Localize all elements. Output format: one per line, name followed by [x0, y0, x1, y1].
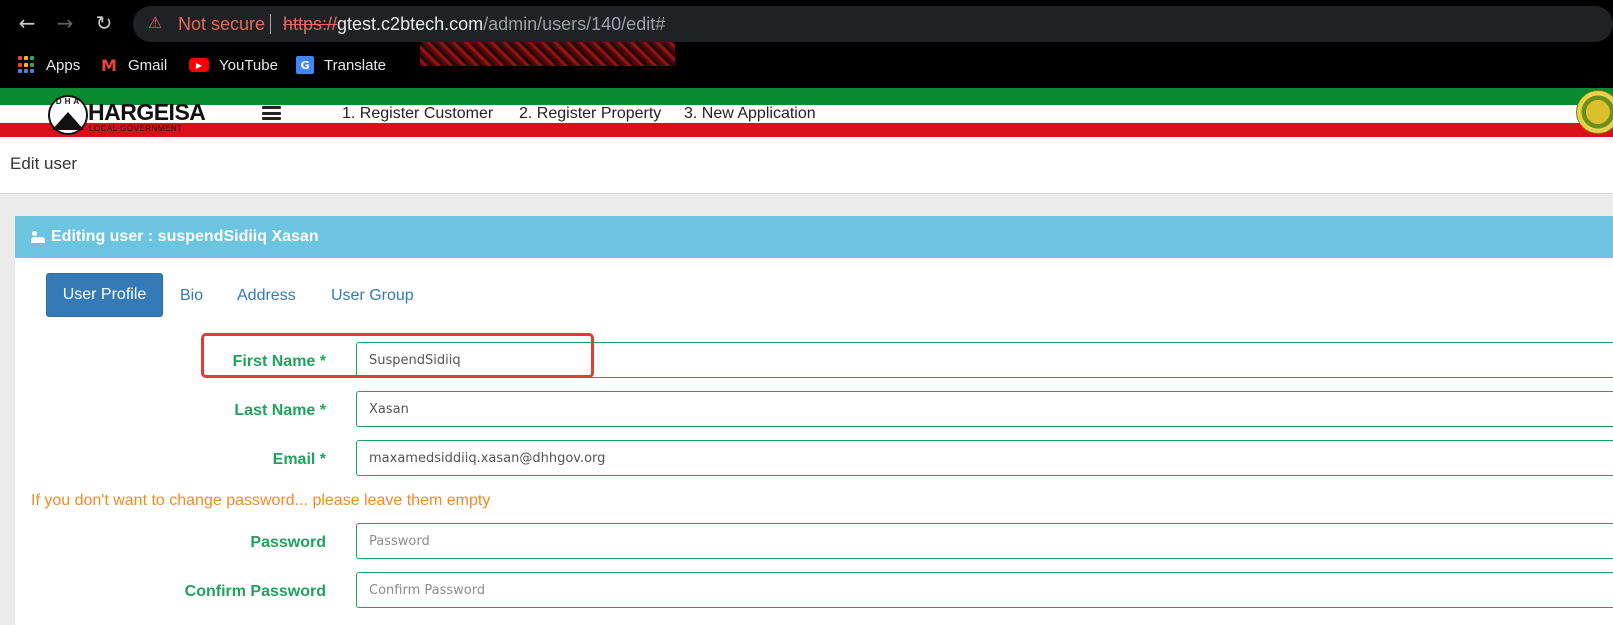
url-host: gtest.c2btech.com	[337, 14, 484, 34]
email-label: Email *	[272, 451, 326, 468]
translate-icon: G	[296, 56, 314, 74]
bookmark-youtube[interactable]: ▶ YouTube	[189, 53, 278, 77]
logo-text[interactable]: HARGEISA	[88, 100, 206, 124]
url-text[interactable]: https://gtest.c2btech.com/admin/users/14…	[283, 13, 665, 35]
header-stripe-red	[0, 123, 1613, 137]
nav-register-property[interactable]: 2. Register Property	[519, 104, 661, 124]
users-icon	[31, 231, 45, 243]
password-label: Password	[250, 534, 326, 551]
email-field[interactable]	[356, 440, 1613, 476]
bookmark-label: Gmail	[128, 56, 168, 74]
reload-icon[interactable]: ↻	[91, 10, 117, 36]
url-path: /admin/users/140/edit#	[483, 14, 666, 34]
last-name-field[interactable]	[356, 391, 1613, 427]
confirm-password-label: Confirm Password	[184, 583, 326, 600]
tab-bio[interactable]: Bio	[180, 286, 203, 306]
bookmark-gmail[interactable]: M Gmail	[100, 53, 167, 77]
page-header	[0, 137, 1613, 194]
logo-mountain-icon	[52, 112, 84, 130]
youtube-icon: ▶	[189, 58, 209, 72]
background-artwork	[420, 42, 675, 66]
government-seal-icon	[1576, 90, 1613, 134]
hamburger-menu-icon[interactable]	[262, 106, 281, 120]
nav-register-customer[interactable]: 1. Register Customer	[342, 104, 493, 124]
back-arrow-icon[interactable]: ←	[14, 10, 40, 36]
confirm-password-field[interactable]	[356, 572, 1613, 608]
bookmark-label: Translate	[324, 56, 386, 74]
bookmark-apps[interactable]: Apps	[18, 53, 80, 77]
bookmark-label: Apps	[46, 56, 81, 74]
logo-letters: DHA	[55, 97, 83, 106]
bookmark-label: YouTube	[219, 56, 278, 74]
tab-user-profile[interactable]: User Profile	[46, 273, 163, 317]
logo-subtext: LOCAL GOVERNMENT	[89, 124, 183, 133]
nav-new-application[interactable]: 3. New Application	[684, 104, 816, 124]
card-title: Editing user : suspendSidiiq Xasan	[31, 227, 319, 247]
forward-arrow-icon[interactable]: →	[52, 10, 78, 36]
header-stripe-green	[0, 88, 1613, 105]
address-separator	[270, 14, 271, 34]
security-label[interactable]: Not secure	[178, 13, 265, 35]
highlight-annotation	[201, 333, 594, 378]
bookmark-translate[interactable]: G Translate	[296, 53, 386, 77]
apps-grid-icon	[18, 56, 36, 74]
warning-icon[interactable]: ⚠	[148, 14, 166, 32]
tab-user-group[interactable]: User Group	[331, 286, 414, 306]
tab-address[interactable]: Address	[237, 286, 296, 306]
page-title: Edit user	[10, 154, 78, 173]
gmail-icon: M	[101, 55, 117, 75]
card-title-text: Editing user : suspendSidiiq Xasan	[51, 228, 319, 245]
password-field[interactable]	[356, 523, 1613, 559]
last-name-label: Last Name *	[234, 402, 326, 419]
password-hint: If you don't want to change password... …	[31, 492, 491, 509]
url-scheme: https://	[283, 14, 338, 34]
